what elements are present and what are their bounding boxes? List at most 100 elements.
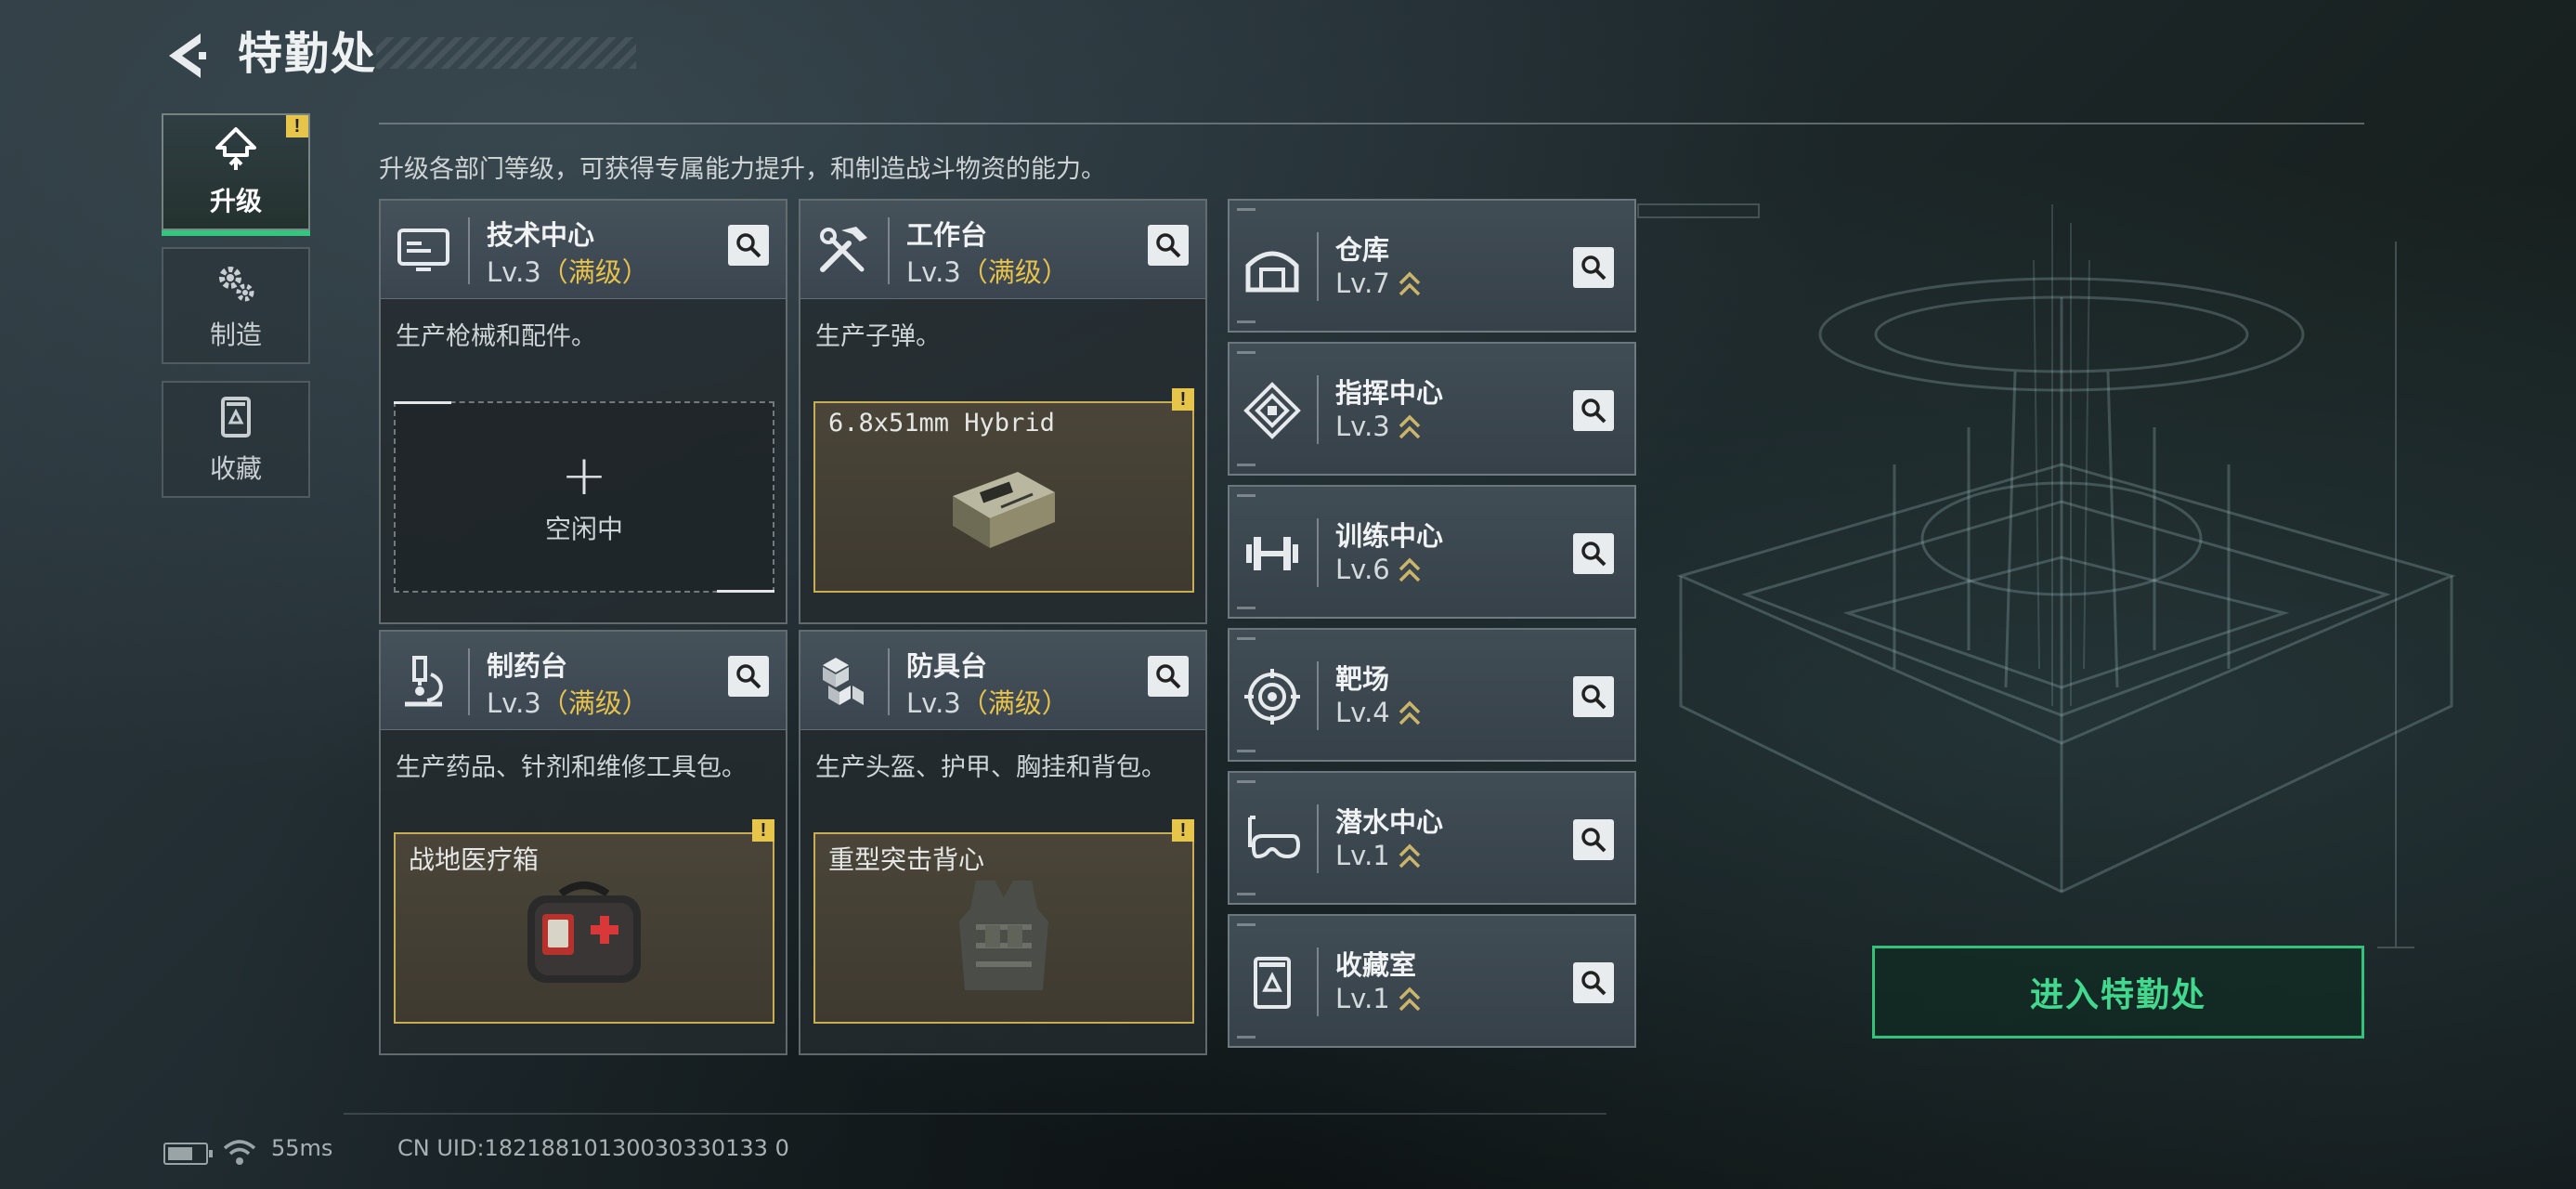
ammo-box-icon [953, 472, 1055, 548]
upgrade-icon [215, 127, 256, 170]
facility-name: 防具台 [906, 650, 988, 682]
divider [344, 1113, 1607, 1115]
warehouse-icon [1245, 251, 1299, 293]
inspect-button[interactable] [1573, 390, 1614, 431]
search-icon [1581, 685, 1607, 710]
room-name: 收藏室 [1335, 949, 1417, 981]
slot-status: 空闲中 [544, 514, 623, 544]
microscope-icon [405, 656, 443, 707]
cubes-icon [823, 658, 864, 705]
back-arrow-icon [169, 33, 206, 78]
facility-description: 生产枪械和配件。 [396, 322, 596, 351]
room-row-command-center[interactable]: 指挥中心 Lv.3 [1228, 342, 1636, 476]
card-header: 防具台 Lv.3（满级） [800, 632, 1205, 730]
room-level: Lv.3 [1335, 411, 1422, 442]
inspect-button[interactable] [1148, 225, 1189, 266]
separator [1317, 518, 1319, 587]
facility-card-pharmacy: 制药台 Lv.3（满级） 生产药品、针剂和维修工具包。 ! 战地医疗箱 [379, 630, 787, 1055]
production-slot[interactable]: ! 战地医疗箱 [394, 819, 774, 1024]
search-icon [1581, 542, 1607, 567]
room-row-training-center[interactable]: 训练中心 Lv.6 [1228, 485, 1636, 619]
collection-icon [221, 397, 251, 438]
wifi-icon [223, 1140, 256, 1165]
alert-badge: ! [1172, 388, 1194, 411]
room-level: Lv.4 [1335, 697, 1422, 728]
room-row-collection-room[interactable]: 收藏室 Lv.1 [1228, 914, 1636, 1048]
inspect-button[interactable] [728, 225, 769, 266]
upgrade-arrows-icon [1399, 843, 1420, 869]
facility-card-tech-center: 技术中心 Lv.3（满级） 生产枪械和配件。 + 空闲中 [379, 199, 787, 624]
tab-collection[interactable]: 收藏 [162, 381, 310, 498]
room-name: 仓库 [1335, 234, 1390, 266]
inspect-button[interactable] [1573, 247, 1614, 288]
enter-button[interactable]: 进入特勤处 [1872, 946, 2364, 1039]
card-header: 技术中心 Lv.3（满级） [381, 201, 786, 299]
inspect-button[interactable] [1573, 962, 1614, 1003]
facility-description: 生产子弹。 [815, 322, 941, 351]
facility-level: Lv.3（满级） [906, 687, 1069, 719]
inspect-button[interactable] [1573, 533, 1614, 574]
separator [888, 217, 890, 284]
back-button[interactable] [160, 28, 208, 84]
ping-readout: 55ms [271, 1135, 333, 1161]
separator [468, 648, 470, 715]
room-level: Lv.7 [1335, 268, 1422, 299]
search-icon [1581, 828, 1607, 853]
search-icon [1156, 664, 1181, 689]
production-slot[interactable]: ! 6.8x51mm Hybrid [813, 388, 1194, 593]
alert-badge: ! [286, 115, 308, 137]
search-icon [736, 664, 761, 689]
tools-icon [820, 227, 867, 272]
inspect-button[interactable] [1573, 819, 1614, 860]
divider [379, 123, 2364, 124]
room-row-diving-center[interactable]: 潜水中心 Lv.1 [1228, 771, 1636, 905]
slot-corner [717, 590, 774, 593]
production-slot-empty[interactable]: + 空闲中 [394, 401, 774, 593]
card-header: 工作台 Lv.3（满级） [800, 201, 1205, 299]
search-icon [1581, 399, 1607, 424]
production-slot[interactable]: ! 重型突击背心 [813, 819, 1194, 1024]
room-level: Lv.1 [1335, 983, 1422, 1014]
title-decoration [376, 37, 636, 69]
base-hologram [1637, 203, 2456, 948]
monitor-icon [397, 229, 449, 271]
page-description: 升级各部门等级，可获得专属能力提升，和制造战斗物资的能力。 [379, 155, 1106, 184]
separator [1317, 947, 1319, 1016]
upgrade-arrows-icon [1399, 414, 1420, 439]
facility-level: Lv.3（满级） [906, 256, 1069, 288]
medkit-icon [527, 882, 641, 983]
battery-icon [163, 1143, 213, 1165]
facility-name: 制药台 [487, 650, 568, 682]
search-icon [736, 233, 761, 258]
collection-room-icon [1254, 957, 1291, 1009]
room-level: Lv.6 [1335, 554, 1422, 585]
gears-icon [219, 267, 254, 302]
command-icon [1243, 382, 1301, 439]
tab-craft[interactable]: 制造 [162, 247, 310, 364]
dumbbell-icon [1246, 537, 1298, 570]
tab-upgrade[interactable]: 升级 ! [162, 113, 310, 236]
card-header: 制药台 Lv.3（满级） [381, 632, 786, 730]
separator [1317, 375, 1319, 444]
diving-mask-icon [1248, 816, 1301, 859]
separator [1317, 804, 1319, 873]
room-name: 指挥中心 [1335, 377, 1444, 409]
room-name: 靶场 [1335, 663, 1390, 695]
slot-item-name: 6.8x51mm Hybrid [828, 409, 1055, 438]
room-row-warehouse[interactable]: 仓库 Lv.7 [1228, 199, 1636, 333]
alert-badge: ! [1172, 819, 1194, 842]
facility-name: 工作台 [906, 219, 988, 251]
inspect-button[interactable] [1148, 656, 1189, 697]
inspect-button[interactable] [728, 656, 769, 697]
tab-upgrade-label: 升级 [209, 186, 262, 216]
add-icon: + [560, 443, 608, 508]
uid-readout: CN UID:18218810130030330133 0 [397, 1135, 789, 1161]
facility-level: Lv.3（满级） [487, 256, 649, 288]
room-row-shooting-range[interactable]: 靶场 Lv.4 [1228, 628, 1636, 762]
room-level: Lv.1 [1335, 840, 1422, 871]
facility-description: 生产头盔、护甲、胸挂和背包。 [815, 753, 1166, 782]
slot-item-name: 战地医疗箱 [409, 844, 540, 875]
inspect-button[interactable] [1573, 676, 1614, 717]
alert-badge: ! [752, 819, 774, 842]
search-icon [1581, 971, 1607, 996]
